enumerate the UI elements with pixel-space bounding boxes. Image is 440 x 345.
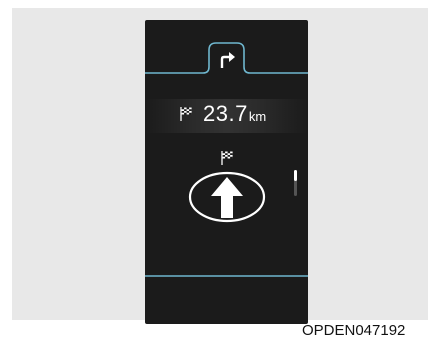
checkered-flag-icon: [180, 107, 192, 121]
direction-arrow: [211, 177, 243, 218]
distance-unit: km: [248, 109, 267, 124]
instrument-cluster-display: 23.7km: [145, 20, 308, 324]
straight-ahead-arrow-icon: [188, 171, 266, 223]
turn-right-arrow-icon[interactable]: [215, 49, 239, 71]
scroll-indicator[interactable]: [294, 170, 297, 196]
figure: 23.7km OPDEN047192: [0, 0, 440, 345]
figure-code: OPDEN047192: [302, 322, 406, 339]
remaining-distance: 23.7km: [203, 101, 266, 127]
checkered-flag-icon: [221, 151, 233, 165]
distance-value: 23.7: [203, 101, 248, 126]
